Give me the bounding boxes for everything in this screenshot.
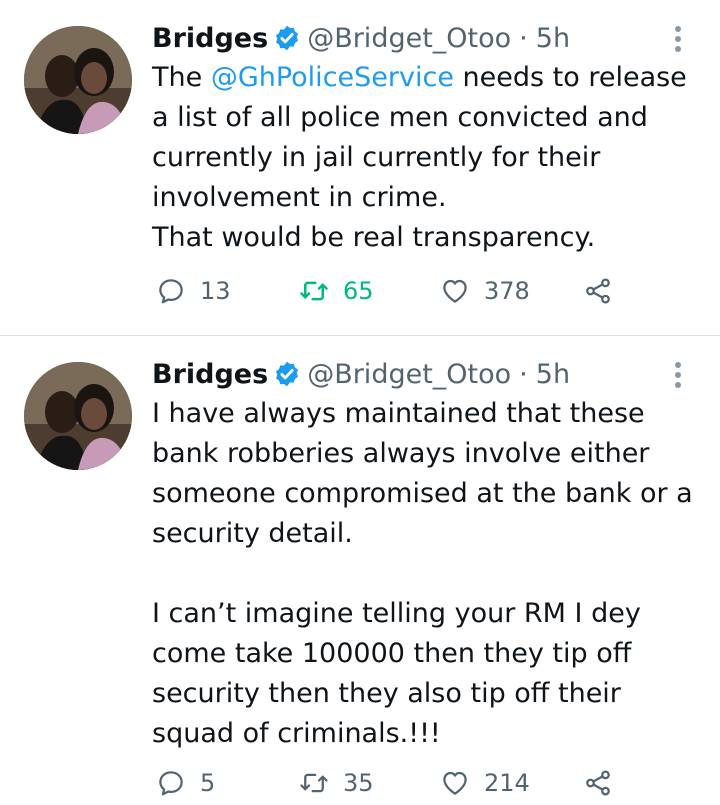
more-options-icon[interactable] [666, 360, 690, 390]
like-button[interactable]: 214 [440, 768, 583, 798]
tweet-text: I have always maintained that these bank… [152, 398, 693, 749]
reply-icon [159, 771, 183, 796]
reply-count: 5 [200, 769, 216, 797]
tweet-header: Bridges @Bridget_Otoo · 5h [152, 18, 570, 58]
timestamp[interactable]: 5h [536, 359, 570, 390]
retweet-icon [300, 773, 328, 793]
tweet[interactable]: Bridges @Bridget_Otoo · 5h The @GhPolice… [0, 0, 720, 336]
retweet-button[interactable]: 35 [299, 768, 440, 798]
action-bar: 5 35 214 [156, 768, 613, 798]
share-button[interactable] [583, 768, 613, 798]
retweet-icon [300, 281, 328, 301]
tweet-text-prefix: The [152, 62, 211, 93]
verified-badge-icon [276, 25, 299, 51]
reply-count: 13 [200, 277, 231, 305]
tweet-header: Bridges @Bridget_Otoo · 5h [152, 354, 570, 394]
action-bar: 13 65 378 [156, 276, 613, 306]
heart-icon [443, 279, 467, 303]
reply-button[interactable]: 13 [156, 276, 299, 306]
avatar-photo [24, 362, 132, 470]
author-handle[interactable]: @Bridget_Otoo [307, 23, 511, 54]
avatar-photo [24, 26, 132, 134]
author-handle[interactable]: @Bridget_Otoo [307, 359, 511, 390]
verified-badge-icon [276, 361, 299, 387]
like-count: 378 [484, 277, 530, 305]
tweet[interactable]: Bridges @Bridget_Otoo · 5h I have always… [0, 336, 720, 805]
author-name[interactable]: Bridges [152, 23, 268, 54]
avatar[interactable] [24, 26, 132, 134]
retweet-count: 35 [343, 769, 374, 797]
separator-dot: · [519, 22, 528, 54]
share-button[interactable] [583, 276, 613, 306]
retweet-count: 65 [343, 277, 374, 305]
retweet-button[interactable]: 65 [299, 276, 440, 306]
heart-icon [443, 771, 467, 795]
reply-icon [159, 279, 183, 304]
like-button[interactable]: 378 [440, 276, 583, 306]
avatar[interactable] [24, 362, 132, 470]
author-name[interactable]: Bridges [152, 359, 268, 390]
timestamp[interactable]: 5h [536, 23, 570, 54]
tweet-text: The @GhPoliceService needs to release a … [152, 58, 702, 258]
more-options-icon[interactable] [666, 24, 690, 54]
share-icon [586, 278, 610, 304]
share-icon [586, 770, 610, 796]
separator-dot: · [519, 358, 528, 390]
like-count: 214 [484, 769, 530, 797]
mention-link[interactable]: @GhPoliceService [211, 62, 454, 93]
reply-button[interactable]: 5 [156, 768, 299, 798]
